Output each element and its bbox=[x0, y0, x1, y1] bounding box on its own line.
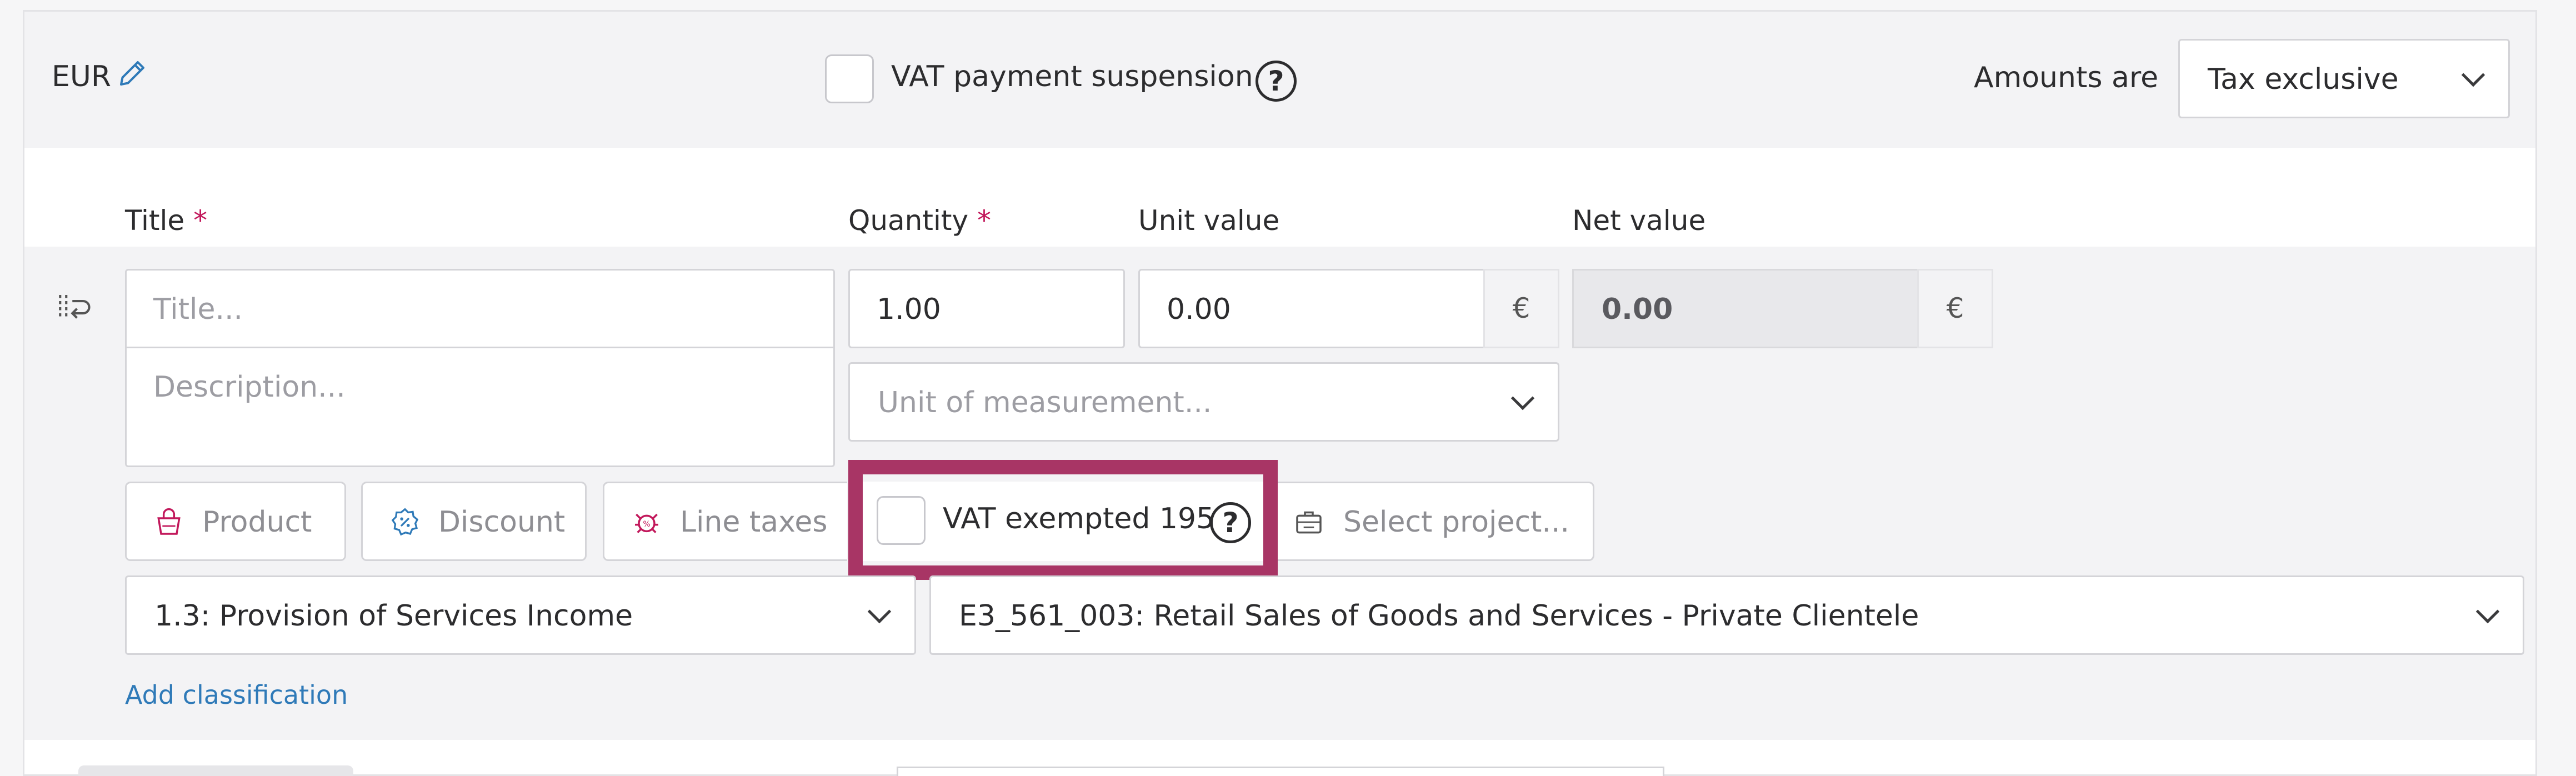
line-title-input[interactable]: Title... bbox=[125, 269, 835, 348]
net-value-field: 0.00 bbox=[1572, 269, 1919, 348]
currency-label: EUR bbox=[52, 60, 112, 93]
briefcase-icon bbox=[1296, 511, 1322, 534]
add-classification-link[interactable]: Add classification bbox=[125, 680, 348, 710]
chevron-down-icon bbox=[1510, 386, 1535, 410]
vat-suspension-checkbox[interactable] bbox=[825, 54, 874, 103]
quantity-input[interactable]: 1.00 bbox=[848, 269, 1125, 348]
column-title-header: Title * bbox=[125, 204, 208, 237]
shopping-bag-icon bbox=[157, 508, 181, 535]
chevron-down-icon bbox=[2461, 63, 2485, 87]
taxes-icon: % bbox=[635, 513, 658, 533]
reorder-icon[interactable] bbox=[56, 289, 92, 326]
discount-badge-icon bbox=[391, 508, 419, 536]
line-taxes-button[interactable]: % Line taxes bbox=[603, 482, 847, 561]
line-description-textarea[interactable]: Description... bbox=[125, 347, 835, 467]
next-row-field bbox=[897, 767, 1664, 776]
amounts-are-value: Tax exclusive bbox=[2208, 63, 2399, 96]
select-project-button[interactable]: Select project... bbox=[1263, 482, 1594, 561]
expense-classification-select[interactable]: E3_561_003: Retail Sales of Goods and Se… bbox=[929, 575, 2524, 655]
svg-text:%: % bbox=[643, 520, 650, 529]
chevron-down-icon bbox=[867, 599, 892, 623]
chevron-down-icon bbox=[2475, 599, 2500, 623]
add-discount-button[interactable]: Discount bbox=[361, 482, 587, 561]
unit-of-measurement-select[interactable]: Unit of measurement... bbox=[848, 362, 1559, 442]
add-product-button[interactable]: Product bbox=[125, 482, 346, 561]
net-value-currency-addon: € bbox=[1917, 269, 1993, 348]
amounts-are-select[interactable]: Tax exclusive bbox=[2178, 39, 2510, 118]
next-row-element bbox=[78, 765, 353, 776]
income-classification-select[interactable]: 1.3: Provision of Services Income bbox=[125, 575, 916, 655]
column-net-value-header: Net value bbox=[1572, 204, 1706, 237]
column-quantity-header: Quantity * bbox=[848, 204, 991, 237]
unit-value-currency-addon: € bbox=[1483, 269, 1559, 348]
amounts-are-label: Amounts are bbox=[1974, 61, 2159, 94]
pencil-icon[interactable] bbox=[116, 57, 149, 90]
column-unit-value-header: Unit value bbox=[1138, 204, 1280, 237]
unit-value-input[interactable]: 0.00 bbox=[1138, 269, 1485, 348]
vat-suspension-label: VAT payment suspension bbox=[891, 60, 1253, 93]
vat-exempted-highlight bbox=[848, 460, 1278, 580]
question-circle-icon[interactable]: ? bbox=[1256, 61, 1297, 102]
